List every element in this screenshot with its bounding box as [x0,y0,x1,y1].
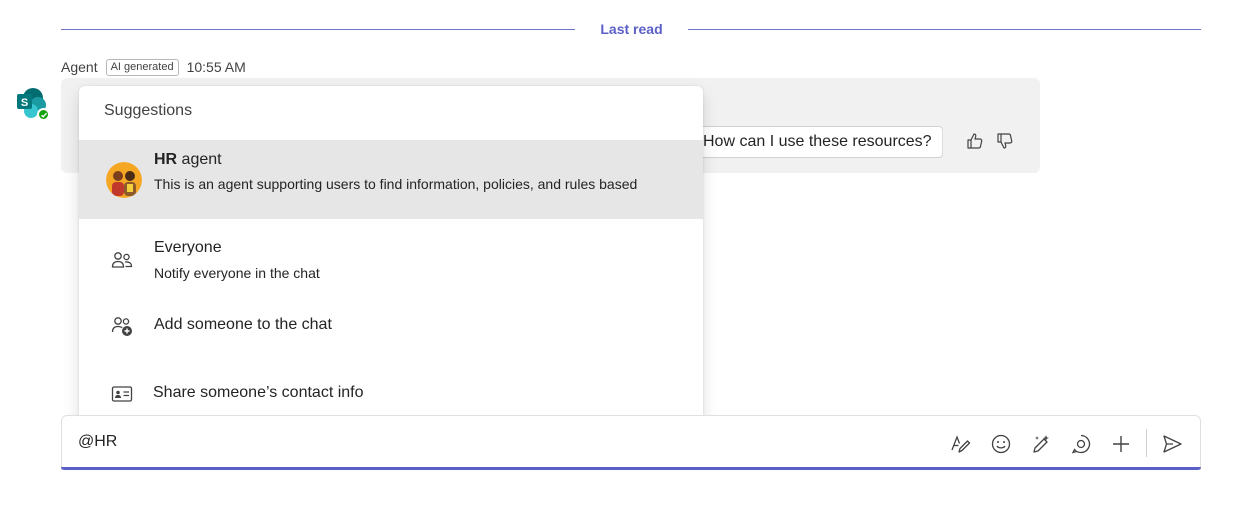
hr-agent-avatar [106,162,142,198]
last-read-divider: Last read [61,18,1201,44]
format-icon[interactable] [948,432,972,456]
message-timestamp: 10:55 AM [186,59,246,75]
suggestion-name-rest: agent [177,151,222,168]
compose-focus-underline [61,467,1201,470]
sender-name: Agent [61,59,98,75]
loop-icon[interactable] [1069,432,1093,456]
send-icon[interactable] [1160,432,1184,456]
suggestion-name: Share someone’s contact info [153,384,364,401]
suggestions-title: Suggestions [104,102,193,119]
divider-line-right [688,29,1201,30]
suggestion-description: Notify everyone in the chat [154,265,320,281]
people-icon [109,247,135,273]
suggestion-name: Add someone to the chat [154,316,332,333]
message-header: Agent AI generated 10:55 AM [61,57,246,77]
presence-available-icon [37,108,50,121]
divider-line-left [61,29,575,30]
suggestion-description: This is an agent supporting users to fin… [154,176,638,192]
suggested-prompt-button[interactable]: How can I use these resources? [702,126,943,158]
emoji-icon[interactable] [989,432,1013,456]
suggestion-add-someone[interactable]: Add someone to the chat [79,291,703,361]
mention-suggestions-popup: Suggestions HR agent This is an agent su… [79,86,703,430]
copilot-draw-icon[interactable] [1029,432,1053,456]
plus-icon[interactable] [1109,432,1133,456]
suggestion-name: Everyone [154,239,222,256]
compose-input[interactable]: @HR [78,433,117,451]
last-read-label: Last read [600,21,663,37]
suggestion-everyone[interactable]: Everyone Notify everyone in the chat [79,219,703,291]
person-add-icon [109,313,135,339]
suggestion-hr-agent[interactable]: HR agent This is an agent supporting use… [79,140,703,219]
ai-generated-badge: AI generated [105,58,179,76]
suggestion-name: HR agent [154,151,222,169]
thumbs-down-icon[interactable] [994,130,1016,152]
suggestion-name-bold: HR [154,151,178,168]
svg-text:S: S [21,97,28,109]
contact-card-icon [109,381,135,407]
thumbs-up-icon[interactable] [964,130,986,152]
toolbar-separator [1146,429,1147,457]
